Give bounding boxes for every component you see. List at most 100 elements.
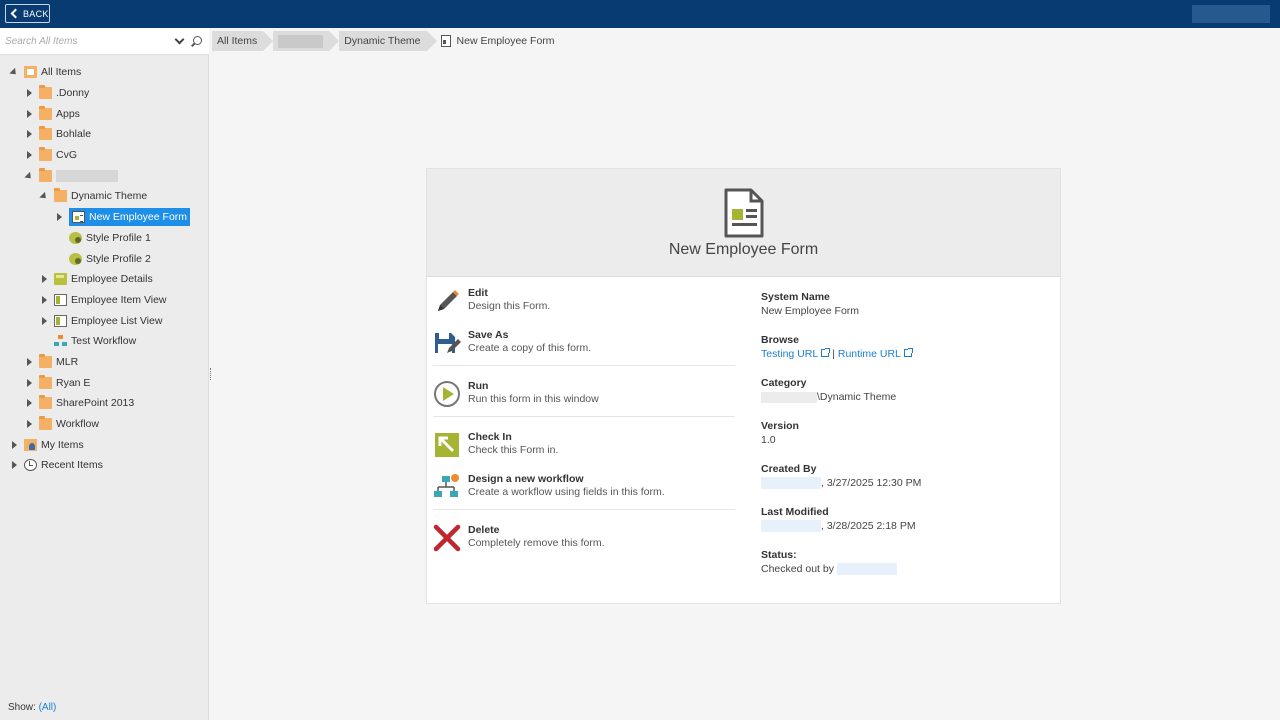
tree-item-bohlale[interactable]: Bohlale — [0, 124, 209, 145]
collapse-arrow-icon[interactable] — [10, 68, 18, 76]
tree-label: MLR — [56, 355, 79, 368]
action-title: Check In — [468, 431, 512, 443]
folder-icon — [39, 126, 52, 141]
system-name-prop: System Name New Employee Form — [761, 290, 1051, 318]
edit-action[interactable]: Edit Design this Form. — [433, 277, 743, 319]
browse-links: Testing URL | Runtime URL — [761, 347, 1051, 361]
show-filter: Show: (All) — [8, 702, 56, 713]
last-modified-prop: Last Modified , 3/28/2025 2:18 PM — [761, 505, 1051, 533]
testing-url-link[interactable]: Testing URL — [761, 348, 818, 360]
sidebar: All Items .Donny Apps Bohlale CvG — [0, 28, 209, 720]
prop-label: System Name — [761, 291, 830, 303]
action-description: Create a copy of this form. — [468, 342, 592, 354]
breadcrumb-all-items[interactable]: All Items — [212, 31, 274, 51]
form-details-card: New Employee Form Edit Design this Form.… — [426, 168, 1061, 604]
delete-x-icon — [433, 524, 461, 552]
properties-panel: System Name New Employee Form Browse Tes… — [761, 290, 1051, 591]
show-filter-link[interactable]: (All) — [39, 702, 57, 713]
tree-item-sharepoint-2013[interactable]: SharePoint 2013 — [0, 393, 209, 414]
tree-item-recent-items[interactable]: Recent Items — [0, 455, 209, 476]
runtime-url-link[interactable]: Runtime URL — [838, 348, 901, 360]
tree-item-donny[interactable]: .Donny — [0, 83, 209, 104]
expand-arrow-icon[interactable] — [25, 420, 33, 429]
tree-item-new-employee-form[interactable]: New Employee Form — [0, 207, 209, 228]
folder-icon — [54, 188, 67, 203]
search-input[interactable] — [5, 32, 165, 50]
action-title: Edit — [468, 287, 488, 299]
expand-arrow-icon[interactable] — [25, 151, 33, 160]
show-label: Show: — [8, 702, 36, 713]
breadcrumb-redacted[interactable] — [273, 31, 340, 51]
check-in-action[interactable]: Check In Check this Form in. — [433, 421, 743, 463]
form-icon — [72, 211, 85, 224]
redacted-user — [761, 477, 821, 490]
tree-item-test-workflow[interactable]: Test Workflow — [0, 331, 209, 352]
style-profile-icon — [69, 252, 82, 265]
tree-item-redacted-folder[interactable] — [0, 165, 209, 186]
action-title: Run — [468, 380, 489, 392]
expand-arrow-icon[interactable] — [10, 461, 18, 470]
tree-item-ryan-e[interactable]: Ryan E — [0, 372, 209, 393]
workflow-icon — [54, 335, 67, 347]
back-button[interactable]: BACK — [5, 4, 50, 23]
expand-arrow-icon[interactable] — [25, 109, 33, 118]
delete-action[interactable]: Delete Completely remove this form. — [433, 514, 743, 556]
tree-label: Employee Details — [71, 273, 153, 286]
expand-arrow-icon[interactable] — [25, 89, 33, 98]
folder-icon — [39, 147, 52, 162]
tree-item-apps[interactable]: Apps — [0, 103, 209, 124]
tree-item-style-profile-1[interactable]: Style Profile 1 — [0, 228, 209, 249]
expand-arrow-icon[interactable] — [40, 295, 48, 304]
version-value: 1.0 — [761, 434, 776, 446]
expand-arrow-icon[interactable] — [10, 440, 18, 449]
expand-arrow-icon[interactable] — [40, 275, 48, 284]
action-description: Create a workflow using fields in this f… — [468, 486, 665, 498]
tree-item-employee-item-view[interactable]: Employee Item View — [0, 290, 209, 311]
tree-item-workflow[interactable]: Workflow — [0, 414, 209, 435]
folder-icon — [39, 167, 52, 182]
save-as-action[interactable]: Save As Create a copy of this form. — [433, 319, 743, 361]
card-title: New Employee Form — [668, 241, 819, 258]
tree-item-all-items[interactable]: All Items — [0, 62, 209, 83]
user-menu-redacted[interactable] — [1192, 5, 1270, 23]
redacted-user — [761, 520, 821, 533]
tree-item-my-items[interactable]: My Items — [0, 434, 209, 455]
tree-item-employee-details[interactable]: Employee Details — [0, 269, 209, 290]
expand-arrow-icon[interactable] — [25, 357, 33, 366]
splitter-handle[interactable] — [210, 368, 211, 380]
tree-label: Recent Items — [41, 459, 103, 472]
tree-item-cvg[interactable]: CvG — [0, 145, 209, 166]
chevron-down-icon[interactable] — [174, 34, 185, 45]
tree-label: Dynamic Theme — [71, 190, 148, 203]
prop-label: Category — [761, 377, 807, 389]
version-prop: Version 1.0 — [761, 419, 1051, 447]
external-link-icon[interactable] — [821, 348, 831, 357]
collapse-arrow-icon[interactable] — [25, 172, 33, 180]
tree-label: New Employee Form — [89, 211, 188, 224]
tree-item-dynamic-theme[interactable]: Dynamic Theme — [0, 186, 209, 207]
expand-arrow-icon[interactable] — [55, 213, 63, 222]
expand-arrow-icon[interactable] — [25, 399, 33, 408]
expand-arrow-icon[interactable] — [25, 130, 33, 139]
folder-icon — [39, 85, 52, 100]
tree-item-mlr[interactable]: MLR — [0, 352, 209, 373]
top-bar: BACK — [0, 0, 1280, 28]
tree-item-employee-list-view[interactable]: Employee List View — [0, 310, 209, 331]
tree-label: Test Workflow — [71, 335, 137, 348]
tree-selected-highlight[interactable]: New Employee Form — [69, 208, 191, 227]
search-icon[interactable] — [193, 36, 202, 45]
design-workflow-action[interactable]: Design a new workflow Create a workflow … — [433, 463, 743, 505]
external-link-icon[interactable] — [903, 348, 913, 357]
last-modified-value: , 3/28/2025 2:18 PM — [761, 519, 1051, 533]
action-description: Run this form in this window — [468, 393, 599, 405]
created-by-value: , 3/27/2025 12:30 PM — [761, 476, 1051, 490]
collapse-arrow-icon[interactable] — [40, 192, 48, 200]
tree-label: All Items — [41, 66, 82, 79]
pencil-icon — [438, 290, 459, 311]
tree-item-style-profile-2[interactable]: Style Profile 2 — [0, 248, 209, 269]
tree-label: CvG — [56, 149, 77, 162]
breadcrumb-dynamic-theme[interactable]: Dynamic Theme — [339, 31, 437, 51]
expand-arrow-icon[interactable] — [25, 378, 33, 387]
expand-arrow-icon[interactable] — [40, 316, 48, 325]
run-action[interactable]: Run Run this form in this window — [433, 370, 743, 412]
